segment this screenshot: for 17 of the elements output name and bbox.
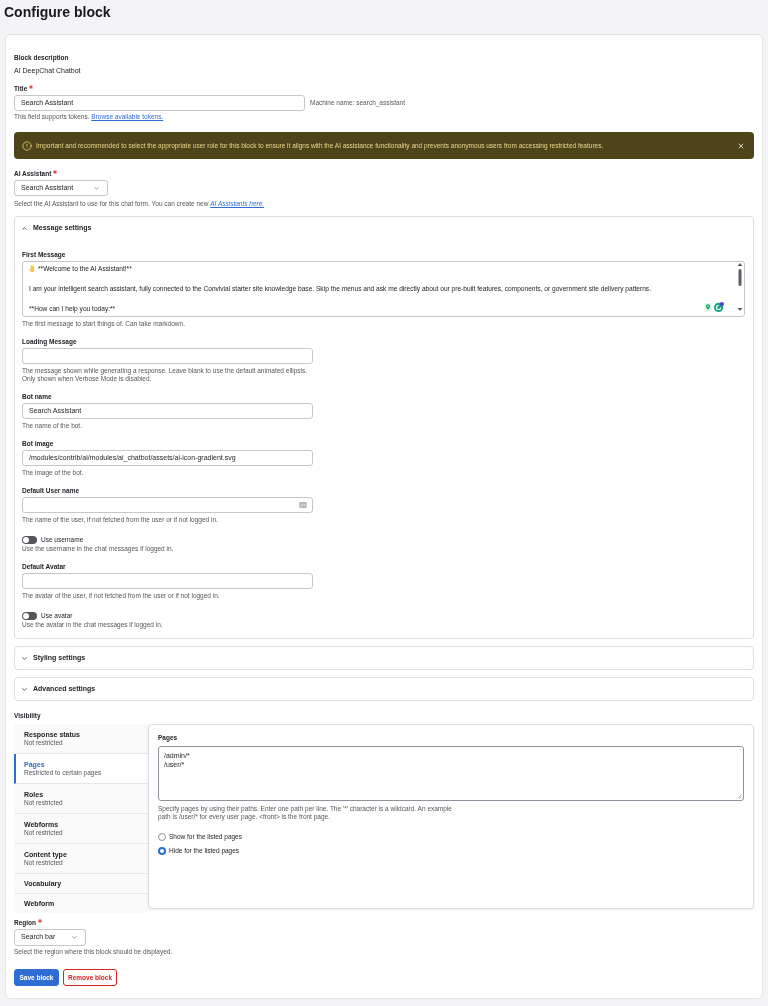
circle-swirl-icon[interactable]: [714, 302, 724, 312]
toggle-switch[interactable]: [22, 535, 37, 544]
pin-icon[interactable]: [704, 303, 712, 311]
radio-button[interactable]: [158, 846, 166, 855]
text-input[interactable]: [22, 348, 313, 364]
warning-icon: [22, 140, 32, 151]
radio-button[interactable]: [158, 832, 166, 841]
text-input[interactable]: [22, 497, 313, 513]
resize-handle-icon[interactable]: [737, 794, 742, 799]
toggle-switch[interactable]: [22, 611, 37, 620]
chevron-down-icon: [93, 184, 100, 192]
waving-hand-icon: [29, 265, 35, 272]
close-icon[interactable]: [737, 141, 745, 150]
dots-icon[interactable]: [299, 502, 307, 508]
chevron-down-icon: [71, 934, 78, 941]
text-input[interactable]: [22, 573, 313, 589]
page-title: Configure block: [3, 3, 112, 20]
